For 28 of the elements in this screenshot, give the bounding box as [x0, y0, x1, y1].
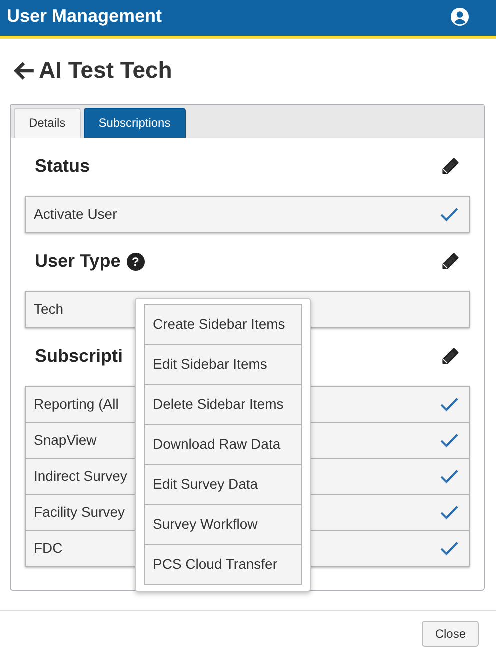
tab[interactable]: Details — [14, 108, 81, 138]
section-title: Subscripti — [35, 346, 124, 368]
section-title: Status — [35, 156, 90, 178]
row-label: FDC — [34, 540, 63, 556]
row-label: Activate User — [34, 206, 118, 222]
row-label: Facility Survey — [34, 504, 126, 520]
menu-item[interactable]: Edit Sidebar Items — [144, 344, 302, 385]
tab[interactable]: Subscriptions — [84, 108, 186, 138]
app-title: User Management — [7, 6, 162, 28]
user-account-icon[interactable] — [451, 8, 469, 26]
menu-item[interactable]: Delete Sidebar Items — [144, 384, 302, 425]
row-label: Indirect Survey — [34, 468, 128, 484]
help-icon[interactable]: ? — [126, 252, 145, 271]
row-label: SnapView — [34, 432, 97, 448]
page-title: AI Test Tech — [39, 57, 172, 84]
section-title: User Type — [35, 251, 121, 272]
menu-item[interactable]: Create Sidebar Items — [144, 304, 302, 345]
edit-icon[interactable] — [440, 252, 460, 272]
close-button[interactable]: Close — [422, 621, 479, 647]
menu-item[interactable]: Edit Survey Data — [144, 464, 302, 505]
row-label: Reporting (All — [34, 396, 119, 412]
menu-item[interactable]: Survey Workflow — [144, 504, 302, 545]
row-label: Tech — [34, 301, 64, 318]
edit-icon[interactable] — [440, 346, 460, 367]
edit-icon[interactable] — [440, 156, 460, 177]
menu-item[interactable]: Download Raw Data — [144, 424, 302, 465]
back-arrow-icon[interactable] — [13, 60, 35, 81]
menu-item[interactable]: PCS Cloud Transfer — [144, 544, 302, 585]
